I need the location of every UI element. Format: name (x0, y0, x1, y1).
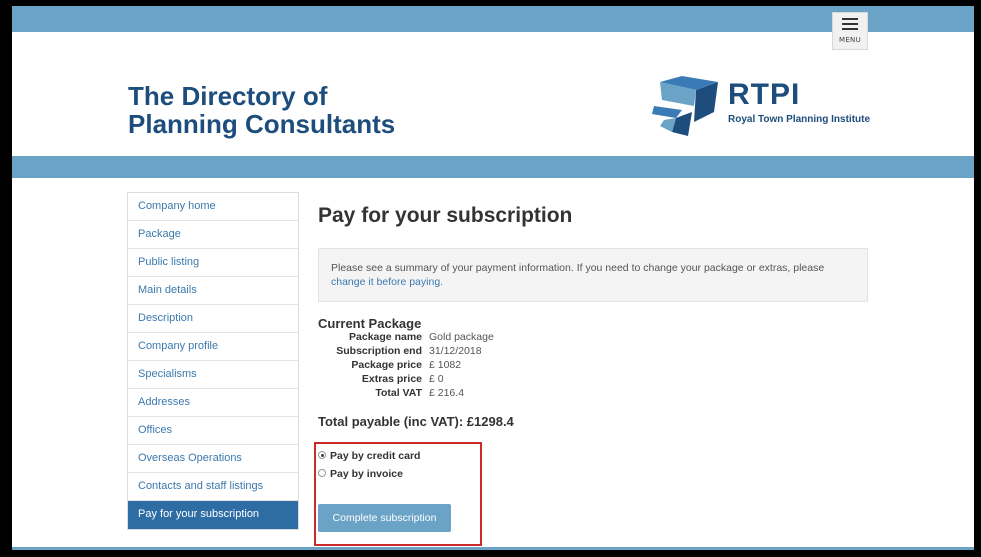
sidebar-item-company-profile[interactable]: Company profile (128, 333, 298, 361)
sidebar-item-public-listing[interactable]: Public listing (128, 249, 298, 277)
package-key: Extras price (361, 373, 422, 385)
package-key: Package name (349, 331, 422, 343)
radio-credit-card[interactable] (318, 451, 326, 460)
hamburger-icon (842, 18, 858, 31)
header-band (12, 156, 974, 178)
pay-by-invoice-option[interactable]: Pay by invoice (318, 467, 403, 481)
rtpi-logo[interactable]: RTPI Royal Town Planning Institute (652, 76, 892, 138)
sidebar-item-offices[interactable]: Offices (128, 417, 298, 445)
package-key: Total VAT (375, 387, 422, 399)
package-value: £ 1082 (429, 359, 462, 371)
page-title: Pay for your subscription (318, 204, 573, 227)
package-details: Package name Gold package Subscription en… (318, 330, 578, 400)
sidebar-item-overseas-operations[interactable]: Overseas Operations (128, 445, 298, 473)
menu-label: MENU (838, 36, 862, 44)
sidebar-item-specialisms[interactable]: Specialisms (128, 361, 298, 389)
total-payable: Total payable (inc VAT): £1298.4 (318, 414, 514, 429)
radio-invoice[interactable] (318, 469, 326, 478)
package-title: Current Package (318, 316, 422, 331)
sidebar-item-company-home[interactable]: Company home (128, 193, 298, 221)
site-title-line1: The Directory of (128, 81, 328, 111)
package-value: £ 216.4 (429, 387, 465, 399)
site-title-line2: Planning Consultants (128, 109, 396, 139)
package-row: Subscription end 31/12/2018 (318, 344, 578, 358)
browser-viewport: MENU The Directory of Planning Consultan… (12, 6, 974, 550)
package-key: Package price (351, 359, 422, 371)
package-row: Total VAT £ 216.4 (318, 386, 578, 400)
info-notice: Please see a summary of your payment inf… (318, 248, 868, 302)
sidebar-item-pay-subscription[interactable]: Pay for your subscription (128, 501, 298, 529)
sidebar-item-addresses[interactable]: Addresses (128, 389, 298, 417)
radio-credit-card-label: Pay by credit card (330, 450, 421, 462)
top-bar (12, 6, 974, 32)
package-value: £ 0 (429, 373, 444, 385)
pay-by-credit-card-option[interactable]: Pay by credit card (318, 449, 420, 463)
package-value: Gold package (429, 331, 494, 343)
complete-subscription-button[interactable]: Complete subscription (318, 504, 451, 532)
package-key: Subscription end (336, 345, 422, 357)
sidebar-item-description[interactable]: Description (128, 305, 298, 333)
package-value: 31/12/2018 (429, 345, 482, 357)
sidebar-item-main-details[interactable]: Main details (128, 277, 298, 305)
rtpi-cube-icon (652, 76, 718, 136)
sidebar-nav: Company home Package Public listing Main… (127, 192, 299, 530)
change-package-link[interactable]: change it before paying. (331, 276, 443, 288)
sidebar-item-contacts-staff[interactable]: Contacts and staff listings (128, 473, 298, 501)
bottom-strip (12, 547, 974, 550)
radio-invoice-label: Pay by invoice (330, 468, 403, 480)
site-title[interactable]: The Directory of Planning Consultants (128, 82, 395, 138)
package-row: Extras price £ 0 (318, 372, 578, 386)
logo-sub-text: Royal Town Planning Institute (728, 114, 871, 125)
menu-button[interactable]: MENU (832, 12, 868, 50)
sidebar-item-package[interactable]: Package (128, 221, 298, 249)
notice-text: Please see a summary of your payment inf… (331, 262, 825, 274)
package-row: Package name Gold package (318, 330, 578, 344)
package-row: Package price £ 1082 (318, 358, 578, 372)
logo-main-text: RTPI (728, 78, 801, 111)
